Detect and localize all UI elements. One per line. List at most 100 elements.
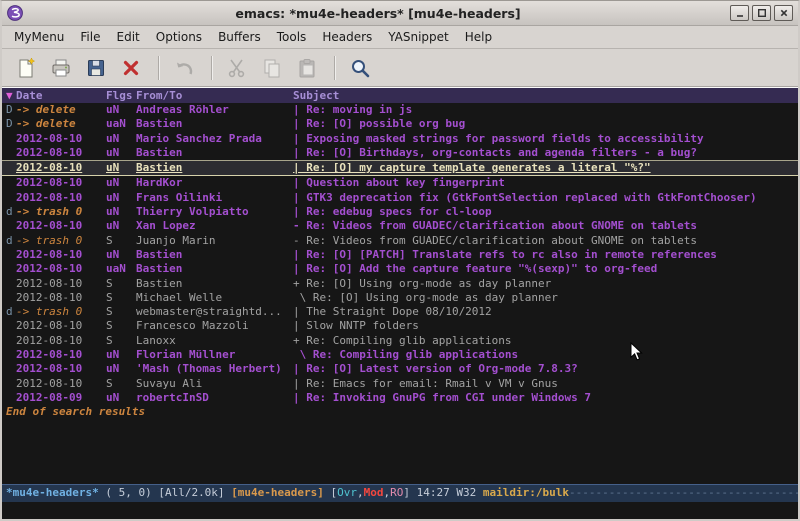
maximize-button[interactable] [752, 5, 771, 21]
titlebar[interactable]: emacs: *mu4e-headers* [mu4e-headers] [2, 1, 798, 26]
echo-area[interactable] [2, 502, 798, 519]
mark-cell [6, 191, 16, 205]
subject-cell: \ Re: [O] Using org-mode as day planner [293, 291, 798, 305]
date-cell: 2012-08-09 [16, 391, 106, 405]
close-window-button[interactable] [774, 5, 793, 21]
message-row[interactable]: 2012-08-10uNFrans Oilinki| GTK3 deprecat… [2, 191, 798, 205]
window-title: emacs: *mu4e-headers* [mu4e-headers] [29, 6, 727, 21]
sort-descending-icon: ▼ [6, 88, 16, 103]
flags-cell: uN [106, 191, 136, 205]
flags-cell: uaN [106, 117, 136, 131]
subject-cell: | Exposing masked strings for password f… [293, 132, 798, 146]
message-row[interactable]: d-> trash 0Swebmaster@straightd...| The … [2, 305, 798, 319]
column-header-subject[interactable]: Subject [293, 88, 798, 103]
message-row[interactable]: 2012-08-10uNXan Lopez- Re: Videos from G… [2, 219, 798, 233]
mark-cell [6, 291, 16, 305]
flags-cell: S [106, 277, 136, 291]
search-button[interactable] [344, 53, 376, 83]
date-cell: -> delete [16, 117, 106, 131]
modeline-plain: [All/2.0k] [158, 486, 231, 499]
flags-cell: uaN [106, 262, 136, 276]
date-cell: 2012-08-10 [16, 248, 106, 262]
paste-button[interactable] [291, 53, 323, 83]
message-row[interactable]: 2012-08-10uNHardKor| Question about key … [2, 176, 798, 190]
modeline-plain: , [357, 486, 364, 499]
column-header-date[interactable]: Date [16, 88, 106, 103]
message-row[interactable]: d-> trash 0uNThierry Volpiatto| Re: edeb… [2, 205, 798, 219]
message-row[interactable]: 2012-08-10SMichael Welle \ Re: [O] Using… [2, 291, 798, 305]
menu-item-edit[interactable]: Edit [109, 28, 148, 46]
message-row[interactable]: 2012-08-10uNMario Sanchez Prada| Exposin… [2, 132, 798, 146]
cut-button[interactable] [221, 53, 253, 83]
menu-item-mymenu[interactable]: MyMenu [6, 28, 72, 46]
modeline[interactable]: *mu4e-headers* ( 5, 0) [All/2.0k] [mu4e-… [2, 484, 798, 502]
menu-item-help[interactable]: Help [457, 28, 500, 46]
message-row[interactable]: 2012-08-10uNFlorian Müllner \ Re: Compil… [2, 348, 798, 362]
menu-item-file[interactable]: File [72, 28, 108, 46]
column-header-flags[interactable]: Flgs [106, 88, 136, 103]
mark-cell [6, 161, 16, 175]
flags-cell: uN [106, 362, 136, 376]
date-cell: 2012-08-10 [16, 191, 106, 205]
from-cell: Juanjo Marin [136, 234, 293, 248]
menu-item-options[interactable]: Options [148, 28, 210, 46]
date-cell: 2012-08-10 [16, 161, 106, 175]
from-cell: Bastien [136, 262, 293, 276]
flags-cell: uN [106, 248, 136, 262]
mark-cell [6, 362, 16, 376]
mark-cell [6, 277, 16, 291]
minimize-button[interactable] [730, 5, 749, 21]
menu-item-headers[interactable]: Headers [314, 28, 380, 46]
date-cell: 2012-08-10 [16, 334, 106, 348]
print-button[interactable] [45, 53, 77, 83]
flags-cell: S [106, 319, 136, 333]
message-row[interactable]: 2012-08-09uNrobertcInSD| Re: Invoking Gn… [2, 391, 798, 405]
message-row[interactable]: 2012-08-10uaNBastien| Re: [O] Add the ca… [2, 262, 798, 276]
from-cell: Thierry Volpiatto [136, 205, 293, 219]
flags-cell: uN [106, 146, 136, 160]
mark-cell: d [6, 234, 16, 248]
paste-icon [296, 57, 318, 79]
message-row[interactable]: 2012-08-10uNBastien| Re: [O] Birthdays, … [2, 146, 798, 160]
message-row[interactable]: D-> deleteuaNBastien| Re: [O] possible o… [2, 117, 798, 131]
column-header-from[interactable]: From/To [136, 88, 293, 103]
headers-buffer: ▼ Date Flgs From/To Subject D-> deleteuN… [2, 87, 798, 484]
toolbar [2, 49, 798, 87]
modeline-dashes: ----------------------------------------… [569, 486, 798, 499]
mark-cell [6, 334, 16, 348]
message-row[interactable]: 2012-08-10uN'Mash (Thomas Herbert)| Re: … [2, 362, 798, 376]
message-row[interactable]: 2012-08-10SLanoxx+ Re: Compiling glib ap… [2, 334, 798, 348]
message-row[interactable]: 2012-08-10SSuvayu Ali| Re: Emacs for ema… [2, 377, 798, 391]
message-row[interactable]: 2012-08-10SFrancesco Mazzoli| Slow NNTP … [2, 319, 798, 333]
close-icon [779, 8, 789, 18]
menu-item-yasnippet[interactable]: YASnippet [380, 28, 457, 46]
undo-icon [173, 57, 195, 79]
date-cell: 2012-08-10 [16, 348, 106, 362]
date-cell: -> trash 0 [16, 205, 106, 219]
menu-item-buffers[interactable]: Buffers [210, 28, 269, 46]
from-cell: Andreas Röhler [136, 103, 293, 117]
copy-button[interactable] [256, 53, 288, 83]
from-cell: Bastien [136, 161, 293, 175]
subject-cell: | Re: [O] Latest version of Org-mode 7.8… [293, 362, 798, 376]
new-file-button[interactable] [10, 53, 42, 83]
modeline-mod: Mod [364, 486, 384, 499]
subject-cell: | Re: [O] [PATCH] Translate refs to rc a… [293, 248, 798, 262]
undo-button[interactable] [168, 53, 200, 83]
modeline-ro: RO [390, 486, 403, 499]
date-cell: 2012-08-10 [16, 219, 106, 233]
from-cell: Suvayu Ali [136, 377, 293, 391]
message-row[interactable]: 2012-08-10uNBastien| Re: [O] my capture … [2, 160, 798, 176]
modeline-plain: ] [403, 486, 416, 499]
date-cell: 2012-08-10 [16, 132, 106, 146]
message-row[interactable]: D-> deleteuNAndreas Röhler| Re: moving i… [2, 103, 798, 117]
save-icon [85, 57, 107, 79]
message-row[interactable]: d-> trash 0SJuanjo Marin- Re: Videos fro… [2, 234, 798, 248]
menu-item-tools[interactable]: Tools [269, 28, 315, 46]
save-button[interactable] [80, 53, 112, 83]
message-row[interactable]: 2012-08-10SBastien+ Re: [O] Using org-mo… [2, 277, 798, 291]
close-buffer-button[interactable] [115, 53, 147, 83]
message-row[interactable]: 2012-08-10uNBastien| Re: [O] [PATCH] Tra… [2, 248, 798, 262]
toolbar-separator [158, 56, 160, 80]
from-cell: Bastien [136, 277, 293, 291]
